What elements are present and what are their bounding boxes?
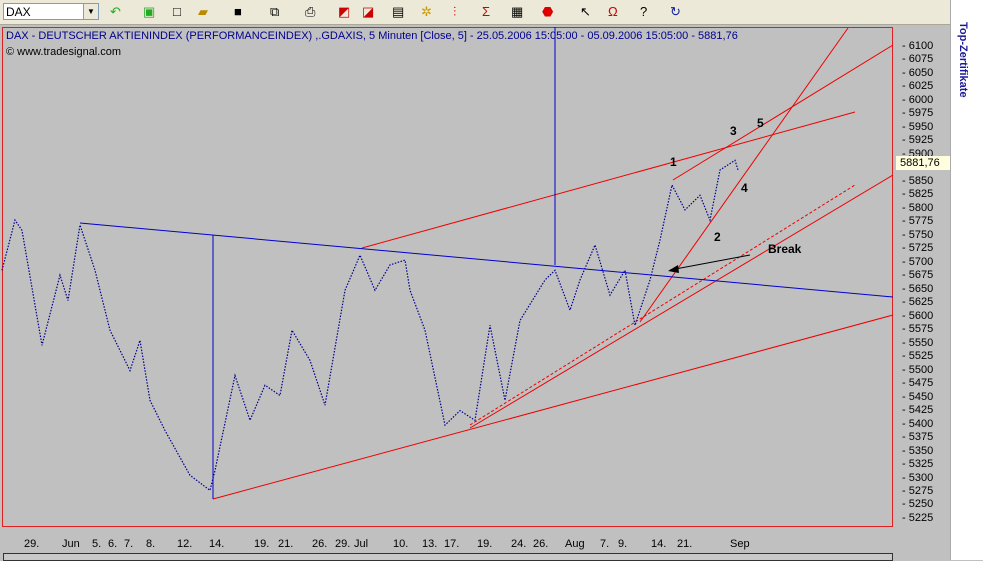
- price-series-line: [1, 159, 739, 492]
- trend-line: [212, 314, 894, 500]
- arrow-head-icon: [668, 265, 679, 273]
- wave-label: 3: [730, 124, 737, 138]
- trend-line: [639, 27, 849, 323]
- trend-line: [469, 174, 894, 429]
- wave-label: 2: [714, 230, 721, 244]
- plot-svg: 1 2 3 4 5 Break: [1, 27, 894, 500]
- wave-label: 1: [670, 155, 677, 169]
- trend-line: [672, 44, 894, 181]
- wave-label: 5: [757, 116, 764, 130]
- trend-line: [79, 222, 894, 298]
- wave-label: 4: [741, 181, 748, 195]
- trend-line: [361, 111, 856, 249]
- wave-label: Break: [768, 242, 802, 256]
- trend-line: [469, 184, 856, 426]
